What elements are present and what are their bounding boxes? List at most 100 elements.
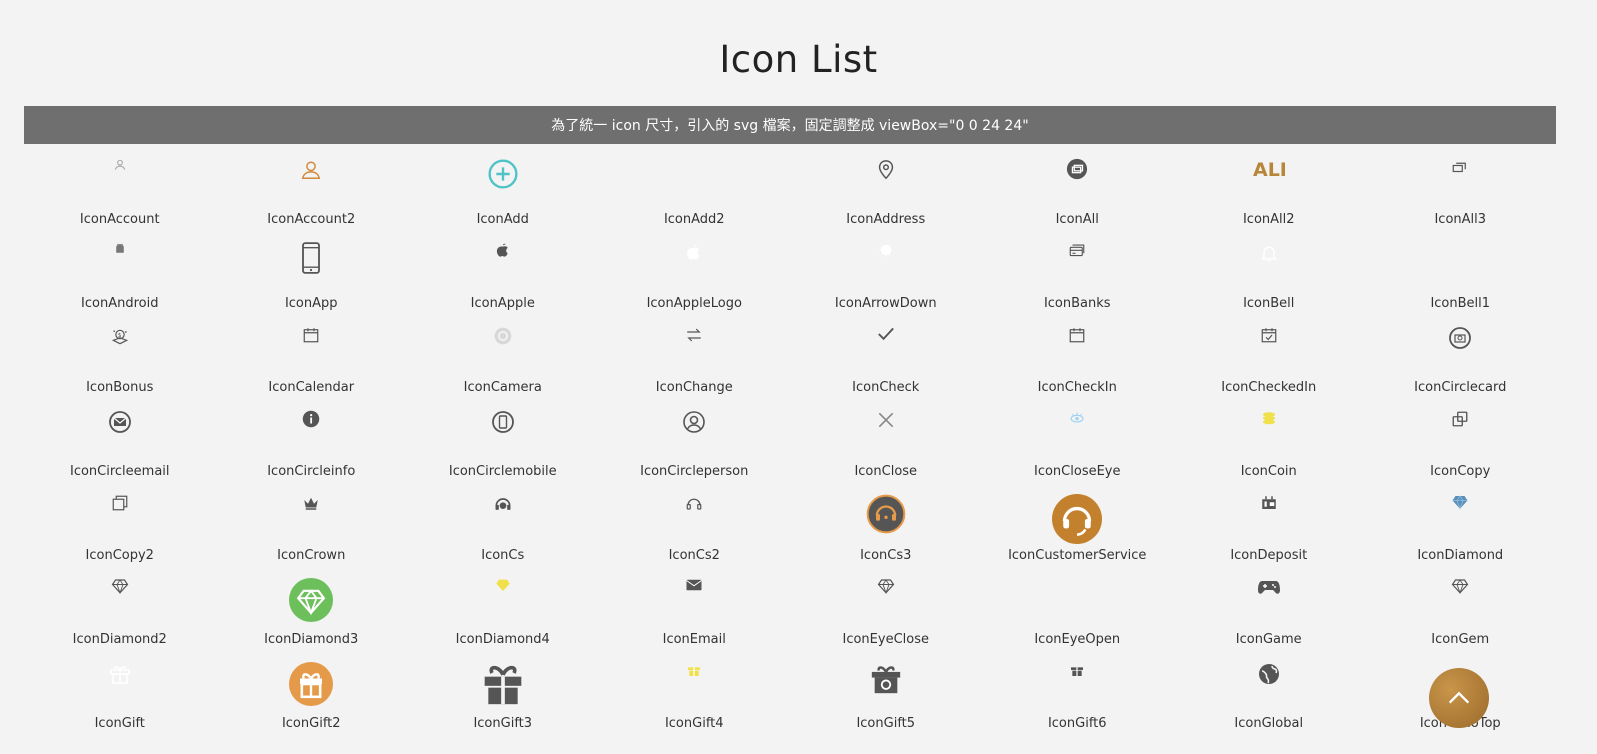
- icon-cell: IconGift4: [599, 654, 791, 738]
- icon-cell: IconCopy: [1365, 402, 1557, 486]
- gift3-icon: [407, 662, 599, 720]
- change-icon: [599, 326, 791, 384]
- icon-cell: ALLIconAll2: [1173, 150, 1365, 234]
- address-icon: [790, 158, 982, 216]
- icon-cell: IconCircleinfo: [216, 402, 408, 486]
- icon-cell: IconAdd: [407, 150, 599, 234]
- app-icon: [216, 242, 408, 300]
- icon-cell: IconCamera: [407, 318, 599, 402]
- icon-cell: IconApp: [216, 234, 408, 318]
- icon-cell: IconGift5: [790, 654, 982, 738]
- eye-open-icon: [982, 578, 1174, 636]
- banks-icon: [982, 242, 1174, 300]
- icon-cell: IconAndroid: [24, 234, 216, 318]
- camera-icon: [407, 326, 599, 384]
- close-icon: [790, 410, 982, 468]
- icon-cell: IconCoin: [1173, 402, 1365, 486]
- icon-cell: IconDiamond3: [216, 570, 408, 654]
- icon-cell: IconCheckedIn: [1173, 318, 1365, 402]
- diamond2-icon: [24, 578, 216, 636]
- customer-service-icon: [982, 494, 1174, 552]
- icon-cell: IconCs: [407, 486, 599, 570]
- gem-icon: [1365, 578, 1557, 636]
- arrow-down-icon: [790, 242, 982, 300]
- bell-icon: [1173, 242, 1365, 300]
- icon-cell: IconDiamond4: [407, 570, 599, 654]
- copy2-icon: [24, 494, 216, 552]
- icon-cell: IconGem: [1365, 570, 1557, 654]
- apple-icon: [407, 242, 599, 300]
- icon-cell: IconCirclecard: [1365, 318, 1557, 402]
- gift4-icon: [599, 662, 791, 720]
- all2-icon: ALL: [1173, 158, 1365, 216]
- bell1-icon: [1365, 242, 1557, 300]
- icon-cell: IconDeposit: [1173, 486, 1365, 570]
- chevron-up-icon: [1448, 691, 1470, 704]
- check-icon: [790, 326, 982, 384]
- cs-icon: [407, 494, 599, 552]
- circle-person-icon: [599, 410, 791, 468]
- circle-info-icon: [216, 410, 408, 468]
- icon-cell: IconAddress: [790, 150, 982, 234]
- all-icon: [982, 158, 1174, 216]
- calendar-icon: [216, 326, 408, 384]
- icon-cell: IconGift2: [216, 654, 408, 738]
- icon-cell: IconCirclemobile: [407, 402, 599, 486]
- add-icon: [407, 158, 599, 216]
- circle-mobile-icon: [407, 410, 599, 468]
- account-icon: [24, 158, 216, 216]
- icon-cell: IconApple: [407, 234, 599, 318]
- gift6-icon: [982, 662, 1174, 720]
- icon-cell: IconGift6: [982, 654, 1174, 738]
- page-title: Icon List: [719, 38, 878, 81]
- icon-cell: IconCopy2: [24, 486, 216, 570]
- icon-cell: IconClose: [790, 402, 982, 486]
- icon-cell: IconDiamond: [1365, 486, 1557, 570]
- icon-cell: IconAdd2: [599, 150, 791, 234]
- icon-cell: IconBanks: [982, 234, 1174, 318]
- gift2-icon: [216, 662, 408, 720]
- icon-cell: IconAll3: [1365, 150, 1557, 234]
- notice-text: 為了統一 icon 尺寸，引入的 svg 檔案，固定調整成 viewBox="0…: [551, 118, 1029, 134]
- diamond3-icon: [216, 578, 408, 636]
- account2-icon: [216, 158, 408, 216]
- icon-cell: IconArrowDown: [790, 234, 982, 318]
- icon-cell: IconCircleemail: [24, 402, 216, 486]
- icon-grid: IconAccount IconAccount2 IconAdd IconAdd2 Ic…: [24, 150, 1556, 738]
- icon-cell: IconAll: [982, 150, 1174, 234]
- svg-text:ALL: ALL: [1253, 159, 1285, 180]
- checked-in-icon: [1173, 326, 1365, 384]
- cs3-icon: [790, 494, 982, 552]
- cs2-icon: [599, 494, 791, 552]
- gift5-icon: [790, 662, 982, 720]
- icon-cell: IconChange: [599, 318, 791, 402]
- icon-cell: IconCustomerService: [982, 486, 1174, 570]
- icon-cell: IconCalendar: [216, 318, 408, 402]
- icon-cell: IconCheck: [790, 318, 982, 402]
- go-to-top-button[interactable]: [1429, 668, 1489, 728]
- icon-cell: IconEmail: [599, 570, 791, 654]
- icon-cell: IconAccount: [24, 150, 216, 234]
- icon-cell: IconGlobal: [1173, 654, 1365, 738]
- icon-cell: IconCircleperson: [599, 402, 791, 486]
- add2-icon: [599, 158, 791, 216]
- icon-cell: IconCheckIn: [982, 318, 1174, 402]
- icon-cell: IconDiamond2: [24, 570, 216, 654]
- gift-icon: [24, 662, 216, 720]
- icon-cell: IconCrown: [216, 486, 408, 570]
- icon-cell: IconAccount2: [216, 150, 408, 234]
- coin-icon: [1173, 410, 1365, 468]
- all3-icon: [1365, 158, 1557, 216]
- email-icon: [599, 578, 791, 636]
- copy-icon: [1365, 410, 1557, 468]
- apple-logo-icon: [599, 242, 791, 300]
- icon-cell: $ IconBonus: [24, 318, 216, 402]
- icon-cell: IconCloseEye: [982, 402, 1174, 486]
- deposit-icon: [1173, 494, 1365, 552]
- circle-email-icon: [24, 410, 216, 468]
- icon-cell: IconAppleLogo: [599, 234, 791, 318]
- check-in-icon: [982, 326, 1174, 384]
- icon-cell: IconCs3: [790, 486, 982, 570]
- icon-cell: IconEyeClose: [790, 570, 982, 654]
- icon-cell: IconGift3: [407, 654, 599, 738]
